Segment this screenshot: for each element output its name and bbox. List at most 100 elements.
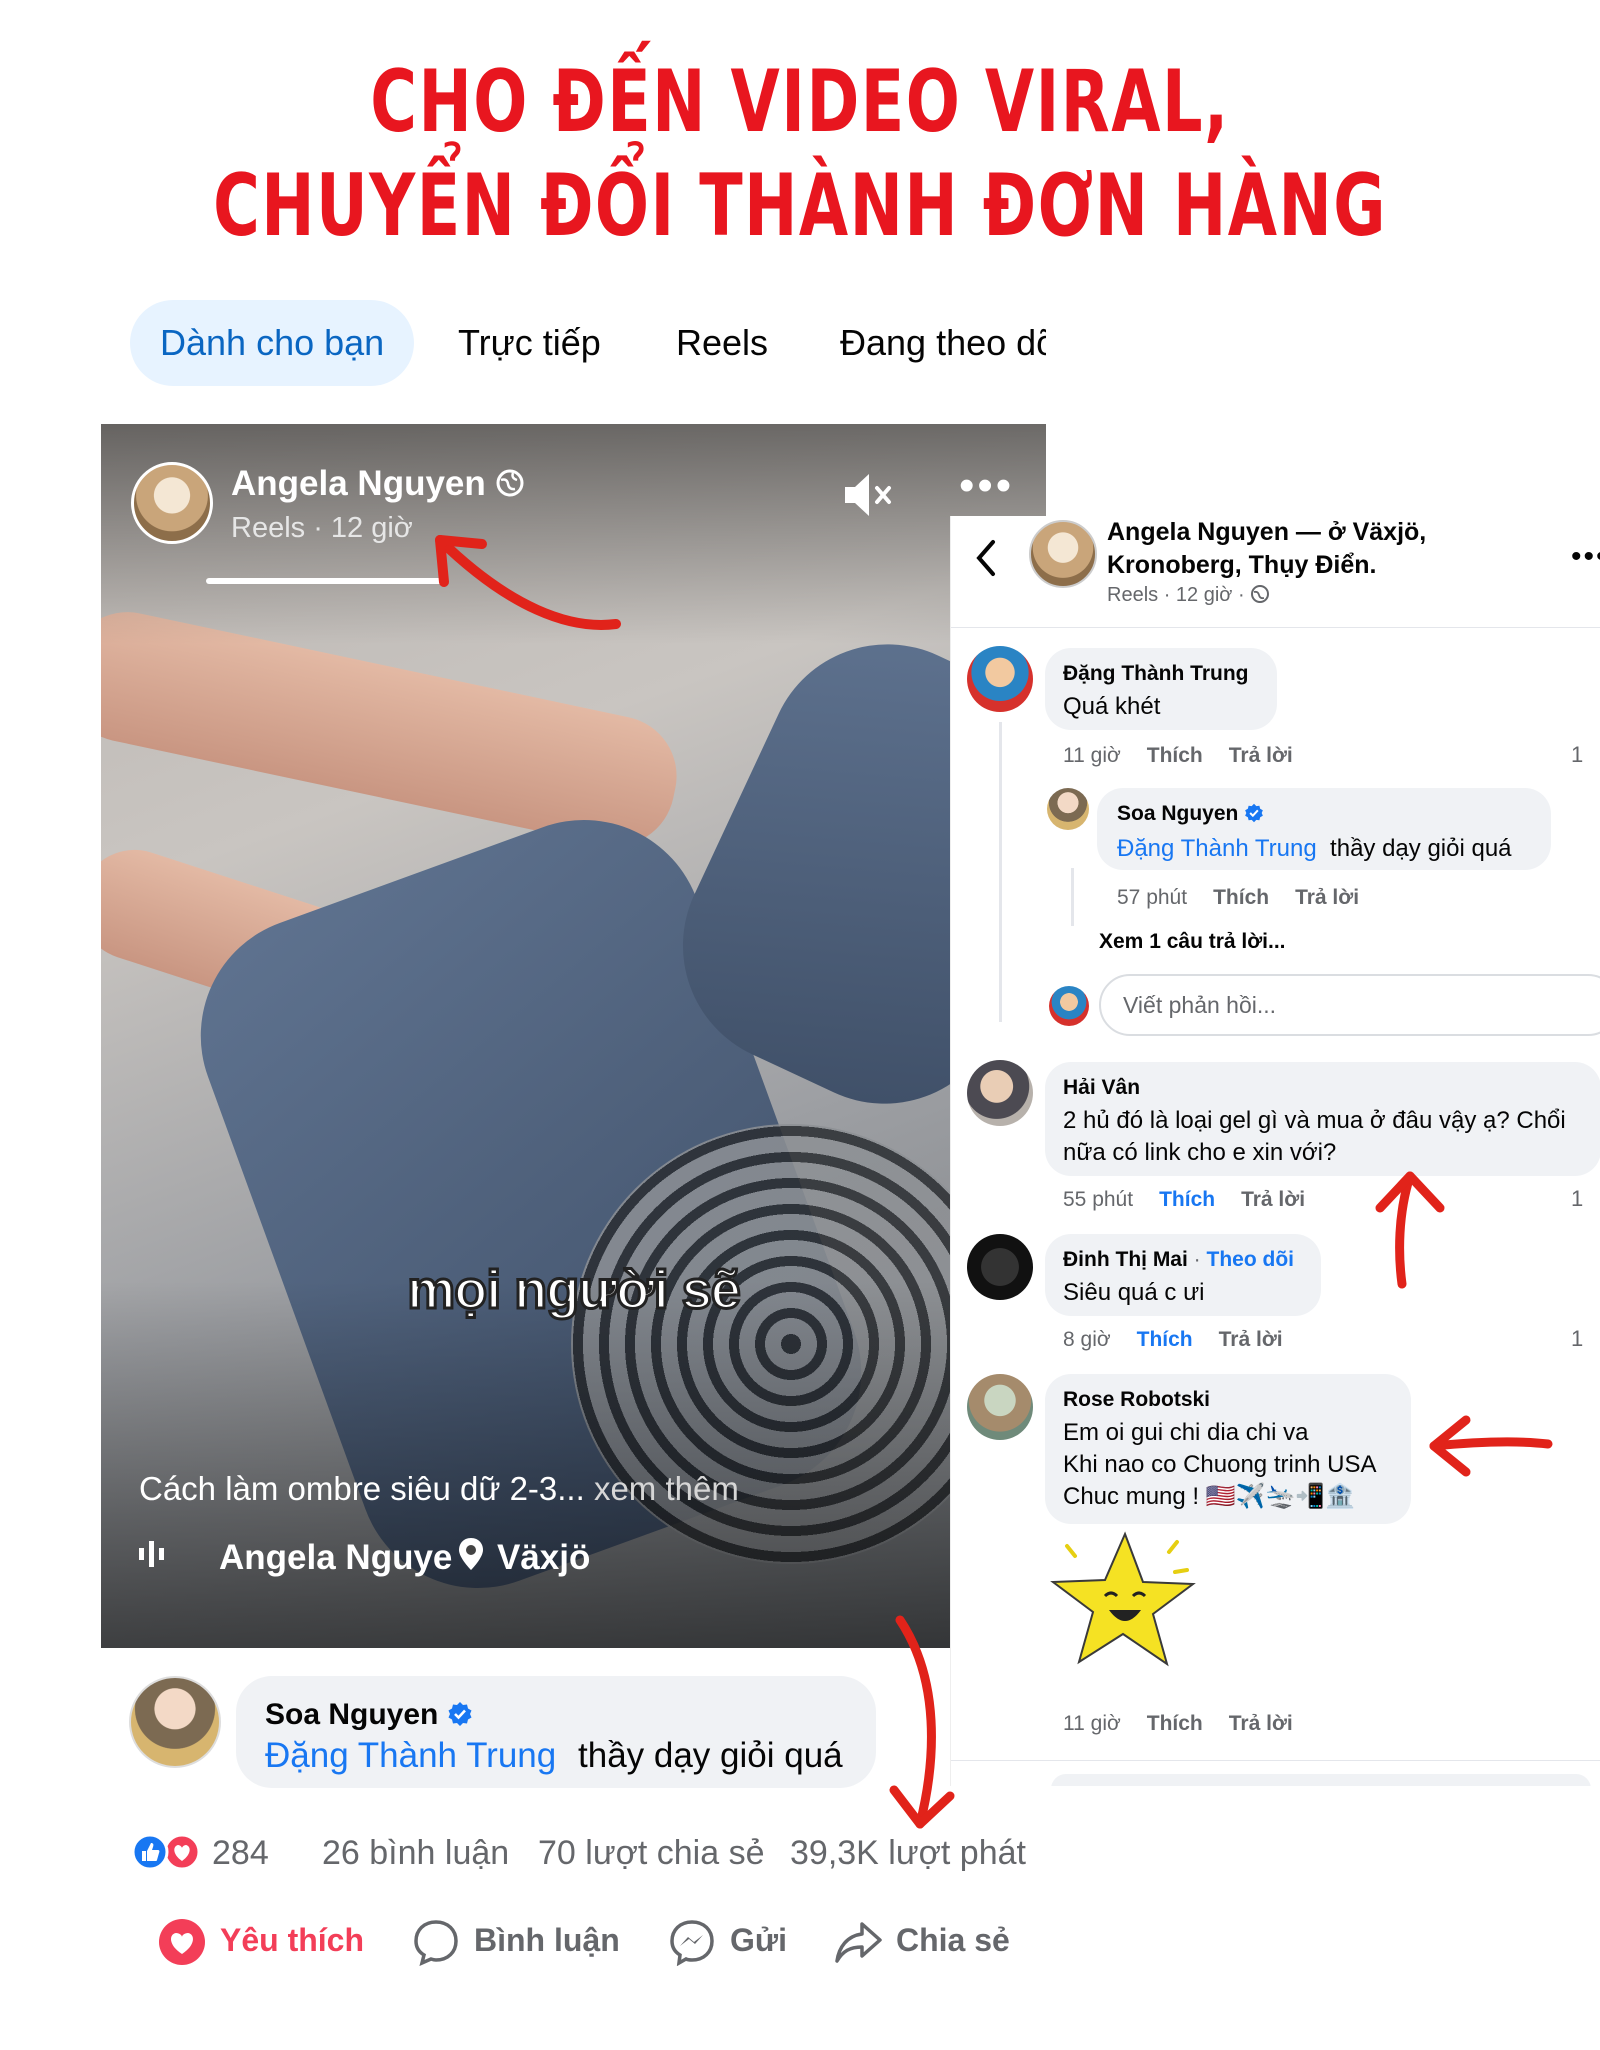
tab-for-you[interactable]: Dành cho bạn (130, 300, 415, 386)
comment-time: 11 giờ (1063, 1712, 1121, 1735)
feed-tabs: Dành cho bạn Trực tiếp Reels Đang theo d… (100, 300, 1046, 390)
panel-title[interactable]: Angela Nguyen — ở Växjö, Kronoberg, Thụy… (1107, 516, 1487, 582)
comment-meta: 57 phút Thích Trả lời (1117, 886, 1359, 910)
post-meta: Reels · 12 giờ (231, 512, 413, 544)
send-button[interactable]: Gửi (668, 1918, 808, 1968)
tab-live[interactable]: Trực tiếp (458, 300, 601, 386)
video-caption-overlay: mọi người sẽ (406, 1259, 743, 1322)
reaction-icons[interactable] (128, 1832, 204, 1872)
like-link[interactable]: Thích (1159, 1188, 1215, 1211)
red-arrow-icon (889, 1615, 955, 1829)
verified-badge-icon (448, 1702, 472, 1726)
globe-icon (496, 469, 524, 497)
like-link[interactable]: Thích (1137, 1328, 1193, 1351)
more-icon[interactable]: ••• (959, 464, 1014, 508)
commenter-name[interactable]: Đinh Thị Mai · Theo dõi (1063, 1248, 1294, 1272)
reaction-count[interactable]: 1 (1571, 1186, 1583, 1212)
comment-icon (414, 1920, 458, 1966)
share-count[interactable]: 70 lượt chia sẻ (538, 1834, 765, 1873)
like-label: Yêu thích (220, 1922, 365, 1958)
description-text: Cách làm ombre siêu dữ 2-3... (139, 1470, 585, 1507)
reply-link[interactable]: Trả lời (1229, 1712, 1293, 1735)
user-avatar (1049, 986, 1089, 1026)
reply-input[interactable]: Viết phản hồi... (1099, 974, 1600, 1036)
view-replies-link[interactable]: Xem 1 câu trả lời... (1099, 930, 1286, 954)
comment-button[interactable]: Bình luận (412, 1918, 632, 1968)
author-name[interactable]: Angela Nguyen (231, 464, 486, 504)
reaction-count[interactable]: 284 (212, 1834, 269, 1873)
reply-link[interactable]: Trả lời (1229, 744, 1293, 767)
comments-panel: Angela Nguyen — ở Växjö, Kronoberg, Thụy… (950, 516, 1600, 1786)
globe-icon (1251, 585, 1270, 603)
share-button[interactable]: Chia sẻ (834, 1918, 1014, 1968)
commenter-name[interactable]: Hải Vân (1063, 1076, 1140, 1100)
commenter-avatar[interactable] (1047, 788, 1089, 830)
send-label: Gửi (730, 1922, 787, 1958)
comment-time: 55 phút (1063, 1188, 1134, 1211)
commenter-avatar[interactable] (967, 1234, 1033, 1300)
headline-line-1: CHO ĐẾN VIDEO VIRAL, (370, 52, 1230, 152)
comment-text: Đặng Thành Trung thầy dạy giỏi quá (1117, 832, 1512, 865)
commenter-avatar[interactable] (967, 1374, 1033, 1440)
heart-icon (159, 1919, 205, 1965)
comment-meta: 11 giờ Thích Trả lời (1063, 1712, 1293, 1736)
share-icon (835, 1922, 882, 1963)
video-progress-bar[interactable] (206, 578, 446, 584)
reply-link[interactable]: Trả lời (1219, 1328, 1283, 1351)
comment-text-line-1: Em oi gui chi dia chi va (1063, 1419, 1309, 1446)
headline: CHO ĐẾN VIDEO VIRAL, CHUYỂN ĐỔI THÀNH ĐƠ… (208, 50, 1392, 258)
author-avatar[interactable] (131, 462, 213, 544)
like-link[interactable]: Thích (1147, 744, 1203, 767)
author-avatar[interactable] (1029, 520, 1097, 588)
thread-line (1071, 868, 1074, 926)
more-icon[interactable]: ••• (1571, 540, 1600, 574)
mention-link[interactable]: Đặng Thành Trung (1117, 835, 1317, 862)
comment-text-line-2: nữa có link cho e xin với? (1063, 1139, 1337, 1166)
video-description[interactable]: Cách làm ombre siêu dữ 2-3... xem thêm (139, 1470, 739, 1508)
location-label[interactable]: Växjö (497, 1538, 590, 1578)
tab-following[interactable]: Đang theo dõ (840, 300, 1046, 386)
like-link[interactable]: Thích (1213, 886, 1269, 909)
mention-link[interactable]: Đặng Thành Trung (265, 1736, 556, 1776)
reply-link[interactable]: Trả lời (1295, 886, 1359, 909)
reaction-count[interactable]: 1 (1571, 1326, 1583, 1352)
divider (951, 1760, 1600, 1761)
star-sticker-icon (1050, 1531, 1196, 1667)
comment-time: 8 giờ (1063, 1328, 1111, 1351)
comment-text-line-1: 2 hủ đó là loại gel gì và mua ở đâu vậy … (1063, 1107, 1566, 1134)
commenter-name[interactable]: Đặng Thành Trung (1063, 662, 1248, 686)
back-arrow-icon[interactable] (971, 536, 1001, 580)
audio-icon (139, 1541, 164, 1567)
see-more-link[interactable]: xem thêm (594, 1470, 739, 1507)
verified-badge-icon (1245, 803, 1264, 823)
panel-meta: Reels · 12 giờ · (1107, 584, 1270, 607)
commenter-avatar[interactable] (967, 1060, 1033, 1126)
commenter-name[interactable]: Soa Nguyen (265, 1698, 473, 1732)
like-link[interactable]: Thích (1147, 1712, 1203, 1735)
red-arrow-icon (1429, 1415, 1553, 1477)
panel-title-line-2: Kronoberg, Thụy Điển. (1107, 551, 1377, 579)
comment-text: Quá khét (1063, 693, 1161, 720)
mute-icon[interactable] (841, 470, 897, 520)
audio-author[interactable]: Angela Nguye (219, 1538, 452, 1578)
commenter-name[interactable]: Rose Robotski (1063, 1388, 1210, 1412)
tab-reels[interactable]: Reels (676, 300, 768, 386)
commenter-avatar[interactable] (967, 646, 1033, 712)
comment-label: Bình luận (474, 1922, 620, 1958)
reaction-count[interactable]: 1 (1571, 742, 1583, 768)
commenter-avatar[interactable] (129, 1676, 221, 1768)
reply-link[interactable]: Trả lời (1241, 1188, 1305, 1211)
comment-count[interactable]: 26 bình luận (322, 1834, 509, 1873)
comment-meta: 11 giờ Thích Trả lời (1063, 744, 1293, 768)
follow-link[interactable]: Theo dõi (1207, 1248, 1295, 1271)
comment-time: 57 phút (1117, 886, 1188, 909)
thread-line (999, 722, 1002, 1022)
commenter-name[interactable]: Soa Nguyen (1117, 802, 1264, 826)
headline-line-2: CHUYỂN ĐỔI THÀNH ĐƠN HÀNG (213, 156, 1387, 256)
panel-header: Angela Nguyen — ở Växjö, Kronoberg, Thụy… (951, 516, 1600, 628)
comment-text: Siêu quá c ưi (1063, 1279, 1205, 1306)
commenter-name-text: Soa Nguyen (265, 1698, 439, 1731)
panel-title-line-1: Angela Nguyen — ở Växjö, (1107, 518, 1427, 546)
like-button[interactable]: Yêu thích (158, 1918, 378, 1968)
commenter-name-text: Soa Nguyen (1117, 802, 1239, 825)
